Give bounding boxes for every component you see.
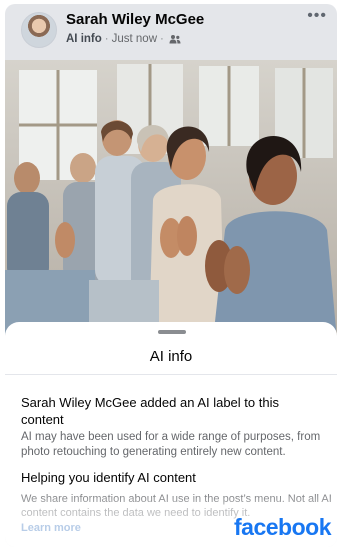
audience-clapping-image [5, 60, 337, 340]
post-header: Sarah Wiley McGee AI info · Just now · •… [5, 4, 337, 62]
friends-icon[interactable] [169, 34, 181, 44]
facebook-logo: facebook [234, 514, 331, 540]
sheet-divider [5, 374, 337, 375]
sheet-grabber[interactable] [158, 330, 186, 334]
ai-info-label[interactable]: AI info [66, 33, 102, 45]
post-image[interactable] [5, 60, 337, 340]
meta-separator: · [104, 33, 109, 45]
meta-separator: · [160, 33, 164, 45]
ellipsis-icon[interactable]: ••• [307, 8, 327, 24]
avatar[interactable] [21, 12, 57, 48]
ai-label-description: AI may have been used for a wide range o… [21, 431, 321, 458]
learn-more-link[interactable]: Learn more [21, 522, 81, 534]
identify-ai-heading: Helping you identify AI content [21, 470, 196, 485]
post-card: Sarah Wiley McGee AI info · Just now · •… [5, 4, 337, 547]
sheet-title: AI info [149, 348, 193, 365]
post-time[interactable]: Just now [112, 33, 157, 45]
author-name[interactable]: Sarah Wiley McGee [66, 11, 204, 28]
post-meta: AI info · Just now · [66, 33, 181, 45]
ai-label-heading: Sarah Wiley McGee added an AI label to t… [21, 395, 279, 427]
